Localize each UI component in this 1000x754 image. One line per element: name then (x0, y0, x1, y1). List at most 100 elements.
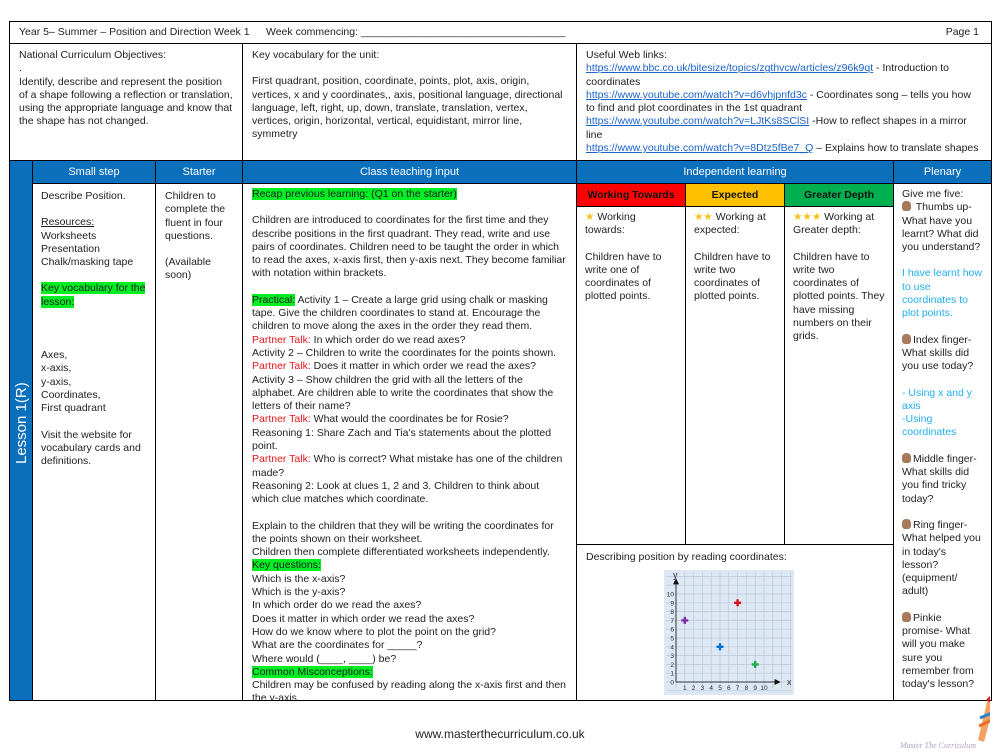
teaching-text: Which is the x-axis? (252, 572, 346, 585)
y-tick-label: 0 (670, 680, 674, 687)
y-tick-label: 5 (670, 636, 674, 643)
vocab-heading: Key vocabulary for the unit: (252, 49, 380, 61)
teaching-text: In which order do we read axes? (310, 333, 466, 346)
teaching-line: What are the coordinates for _____? (252, 639, 567, 652)
x-tick-label: 3 (701, 685, 705, 692)
plenary-question: What skills did you use today? (902, 346, 974, 373)
document-title: Year 5– Summer – Position and Direction … (19, 26, 250, 38)
star-icon: ★★ (694, 211, 713, 223)
partner-talk-label: Partner Talk: (252, 333, 311, 346)
x-tick-label: 10 (760, 685, 768, 692)
lesson-vocab-item: y-axis, (41, 375, 72, 388)
objectives-dot: . (19, 62, 22, 75)
teaching-text: Children then complete differentiated wo… (252, 546, 550, 559)
partner-talk-label: Partner Talk: (252, 453, 311, 466)
teaching-text: Which is the y-axis? (252, 586, 346, 599)
web-link[interactable]: https://www.youtube.com/watch?v=d6vhjpnf… (586, 89, 807, 101)
visit-website-text: Visit the website for vocabulary cards a… (41, 428, 141, 468)
footer-logo: Master The Curriculum (899, 690, 996, 750)
teaching-line: Reasoning 1: Share Zach and Tia's statem… (252, 427, 567, 454)
teaching-text: How do we know where to plot the point o… (252, 625, 496, 638)
lesson-label: Lesson 1(R) (13, 382, 30, 464)
teaching-paragraph: Children are introduced to coordinates f… (252, 214, 567, 280)
web-link[interactable]: https://www.bbc.co.uk/bitesize/topics/zg… (586, 62, 873, 74)
plenary-lead: Index finger- (913, 333, 972, 346)
teaching-text: Does it matter in which order we read th… (310, 360, 537, 373)
plenary-lead: Middle finger- (913, 452, 977, 465)
teaching-line: Which is the y-axis? (252, 586, 567, 599)
level-header-working-towards: Working Towards (576, 183, 686, 207)
links-cell: Useful Web links: https://www.bbc.co.uk/… (576, 43, 992, 161)
teaching-text: In which order do we read the axes? (252, 599, 422, 612)
plenary-item: Thumbs up- What have you learnt? What did… (902, 201, 983, 320)
teaching-text: Activity 2 – Children to write the coord… (252, 346, 557, 359)
level-cell: ★★ Working at expected: Children have to … (685, 206, 785, 545)
x-tick-label: 6 (727, 685, 731, 692)
teaching-line: How do we know where to plot the point o… (252, 626, 567, 639)
page-number: Page 1 (945, 26, 979, 38)
plenary-lead: Ring finger- (913, 518, 968, 531)
hand-icon (902, 611, 911, 622)
plenary-item: Pinkie promise- What will you make sure y… (902, 611, 983, 692)
y-tick-label: 7 (670, 618, 674, 625)
web-link[interactable]: https://www.youtube.com/watch?v=8Dtz5fBe… (586, 142, 813, 154)
teaching-text: Reasoning 2: Look at clues 1, 2 and 3. C… (252, 479, 540, 506)
link-item: https://www.bbc.co.uk/bitesize/topics/zg… (586, 62, 982, 89)
teaching-line: Common Misconceptions: (252, 665, 567, 679)
level-cell: ★★★ Working at Greater depth: Children ha… (784, 206, 894, 545)
level-header-expected: Expected (685, 183, 785, 207)
logo-text: Master The Curriculum (900, 741, 976, 750)
y-tick-label: 10 (667, 592, 675, 599)
x-tick-label: 8 (745, 685, 749, 692)
plenary-question: What have you learnt? What did you under… (902, 214, 981, 254)
teaching-line: Reasoning 2: Look at clues 1, 2 and 3. C… (252, 480, 567, 507)
teaching-line: Partner Talk: What would the coordinates… (252, 413, 567, 426)
teaching-line: Explain to the children that they will b… (252, 520, 567, 547)
teaching-text: Does it matter in which order we read th… (252, 612, 475, 625)
web-link[interactable]: https://www.youtube.com/watch?v=LJtKs8SC… (586, 115, 809, 127)
teaching-line: Children are introduced to coordinates f… (252, 214, 567, 280)
lesson-vocab-item: Axes, (41, 349, 68, 362)
teaching-line: Does it matter in which order we read th… (252, 613, 567, 626)
teaching-line: Practical: Activity 1 – Create a large g… (252, 293, 567, 334)
resource-item: Worksheets (41, 229, 97, 242)
footer-url[interactable]: www.masterthecurriculum.co.uk (0, 727, 1000, 741)
small-step-cell: Describe Position. Resources: Worksheets… (32, 183, 156, 701)
objectives-text: Identify, describe and represent the pos… (19, 75, 233, 128)
teaching-line: Children then complete differentiated wo… (252, 546, 567, 559)
plenary-question: What helped you in today's lesson? (equi… (902, 532, 981, 598)
x-tick-label: 7 (736, 685, 740, 692)
resources-list: Worksheets Presentation Chalk/masking tape (41, 230, 147, 270)
teaching-line: Partner Talk: In which order do we read … (252, 334, 567, 347)
plenary-lead: Thumbs up- (913, 201, 972, 214)
week-commencing: Week commencing: _______________________… (266, 26, 566, 38)
highlight-label: Practical: (252, 293, 296, 306)
resources-label: Resources: (41, 216, 95, 229)
plenary-item: Index finger- What skills did you use tod… (902, 333, 983, 440)
teaching-paragraph: Practical: Activity 1 – Create a large g… (252, 293, 567, 507)
header-teaching: Class teaching input (242, 160, 577, 184)
level-heading: ★★★ Working at Greater depth: (793, 211, 885, 238)
lesson-vocab-label: Key vocabulary for the lesson: (41, 282, 146, 308)
chart-caption: Describing position by reading coordinat… (586, 551, 787, 563)
plenary-lead: Pinkie (913, 611, 942, 624)
starter-text: Children to complete the fluent in four … (165, 190, 226, 242)
x-tick-label: 5 (718, 685, 722, 692)
teaching-line: Partner Talk: Does it matter in which or… (252, 360, 567, 373)
teaching-cell: Recap previous learning: (Q1 on the star… (242, 183, 577, 701)
pencil-logo-icon: Master The Curriculum (899, 694, 996, 750)
plenary-question: promise- What will you make sure you rem… (902, 625, 975, 691)
teaching-line: Key questions: (252, 559, 567, 572)
plenary-cell: Give me five: Thumbs up- What have you le… (893, 183, 992, 701)
highlight-label: Recap previous learning: (Q1 on the star… (252, 188, 457, 200)
y-tick-label: 4 (670, 644, 674, 651)
teaching-paragraph: Explain to the children that they will b… (252, 520, 567, 700)
y-tick-label: 1 (670, 671, 674, 678)
teaching-text: Explain to the children that they will b… (252, 519, 554, 545)
teaching-line: Which is the x-axis? (252, 573, 567, 586)
y-tick-label: 9 (670, 600, 674, 607)
link-description: – Explains how to translate shapes (813, 142, 979, 155)
starter-cell: Children to complete the fluent in four … (155, 183, 243, 701)
header-independent: Independent learning (576, 160, 894, 184)
objectives-heading: National Curriculum Objectives: (19, 49, 167, 61)
